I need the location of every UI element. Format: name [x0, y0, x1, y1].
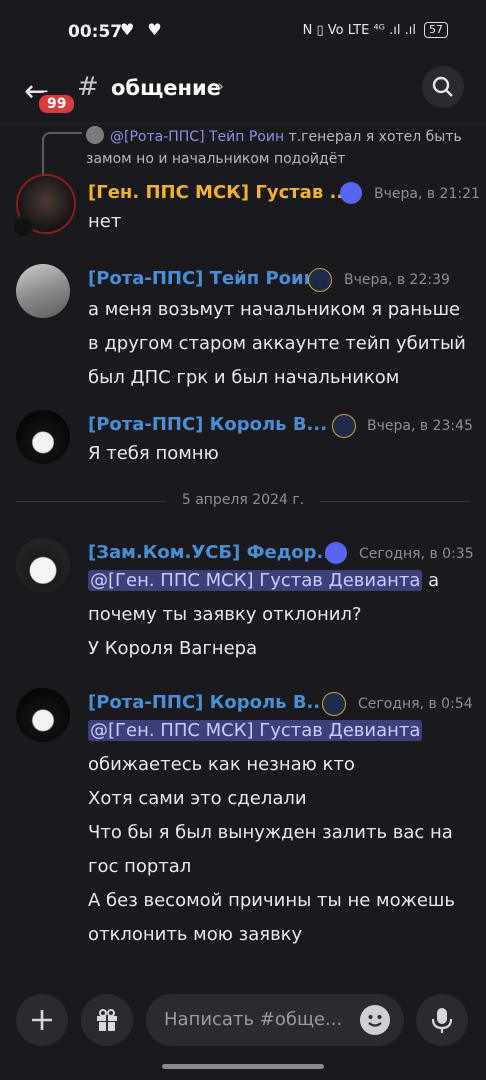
message-line: Хотя сами это сделали [88, 788, 307, 809]
reply-connector [42, 132, 82, 176]
message-text: нет [88, 205, 468, 239]
message-line: @[Ген. ППС МСК] Густав Девианта [88, 714, 468, 748]
header-divider [0, 123, 486, 124]
chevron-right-icon[interactable]: › [217, 76, 224, 97]
message-line: в другом старом аккаунте тейп убитый [88, 333, 466, 354]
message-input-placeholder: Написать #обще... [164, 1009, 343, 1030]
police-emblem-icon [332, 414, 356, 438]
police-emblem-icon [308, 268, 332, 292]
battery-icon: 57 [424, 22, 448, 38]
message-timestamp: Вчера, в 23:45 [367, 418, 473, 434]
message-author[interactable]: [Рота-ППС] Король В... [88, 692, 327, 713]
separator-line [320, 501, 470, 502]
user-mention[interactable]: @[Ген. ППС МСК] Густав Девианта [88, 570, 423, 591]
hash-icon: # [77, 72, 99, 102]
police-emblem-icon [322, 692, 346, 716]
message-author[interactable]: [Рота-ППС] Король В... [88, 414, 327, 435]
status-indicators: N ▯ Vo LTE ⁴ᴳ .ıl .ıl 57 [303, 22, 448, 38]
mic-icon [431, 1008, 453, 1033]
message-line: гос портал [88, 856, 192, 877]
message-text: а меня возьмут начальником я раньше в др… [88, 293, 468, 395]
message-line: а меня возьмут начальником я раньше [88, 299, 461, 320]
message-line: Я тебя помню [88, 443, 219, 464]
gift-button[interactable] [81, 994, 133, 1046]
avatar[interactable] [16, 538, 70, 592]
message-timestamp: Вчера, в 21:21 [374, 186, 480, 202]
message-line: отклонить мою заявку [88, 924, 303, 945]
message-text: @[Ген. ППС МСК] Густав Девианта обижаете… [88, 714, 468, 952]
message-line: @[Ген. ППС МСК] Густав Девианта а [88, 564, 468, 598]
role-shield-icon [340, 182, 362, 204]
plus-icon [32, 1010, 52, 1030]
message-text: Я тебя помню [88, 437, 468, 471]
reply-author: @[Рота-ППС] Тейп Роин [110, 129, 285, 145]
avatar[interactable] [16, 688, 70, 742]
message-input[interactable]: Написать #обще... [146, 994, 404, 1046]
unread-badge: 99 [36, 92, 78, 116]
message-line: почему ты заявку отклонил? [88, 604, 362, 625]
status-time: 00:57 [68, 22, 123, 42]
date-separator: 5 апреля 2024 г. [16, 490, 470, 514]
user-status-icon [12, 216, 34, 238]
reply-avatar [86, 126, 104, 144]
search-icon [432, 76, 453, 97]
message-line: А без весомой причины ты не можешь [88, 890, 455, 911]
channel-title[interactable]: общение [111, 76, 221, 100]
message-line: У Короля Вагнера [88, 638, 258, 659]
message-composer: Написать #обще... [0, 994, 486, 1046]
message-author[interactable]: [Рота-ППС] Тейп Роин [88, 268, 316, 289]
status-bar: 00:57 ♥ ♥ N ▯ Vo LTE ⁴ᴳ .ıl .ıl 57 [0, 0, 486, 64]
avatar[interactable] [16, 410, 70, 464]
reply-preview[interactable]: @[Рота-ППС] Тейп Роин т.генерал я хотел … [86, 126, 476, 170]
message-timestamp: Вчера, в 22:39 [344, 272, 450, 288]
message-timestamp: Сегодня, в 0:54 [358, 696, 473, 712]
signal-icons: N ▯ Vo LTE ⁴ᴳ .ıl .ıl [302, 22, 416, 38]
message-author[interactable]: [Зам.Ком.УСБ] Федор... [88, 542, 337, 563]
message-timestamp: Сегодня, в 0:35 [359, 546, 474, 562]
message-line: был ДПС грк и был начальником [88, 367, 400, 388]
user-mention[interactable]: @[Ген. ППС МСК] Густав Девианта [88, 720, 423, 741]
date-separator-label: 5 апреля 2024 г. [181, 492, 305, 508]
role-shield-icon [325, 542, 347, 564]
message-text: @[Ген. ППС МСК] Густав Девианта а почему… [88, 564, 468, 666]
message-author[interactable]: [Ген. ППС МСК] Густав ... [88, 182, 350, 203]
channel-header: ← 99 # общение › [0, 64, 486, 120]
message-line: обижаетесь как незнаю кто [88, 754, 355, 775]
message-line: нет [88, 211, 122, 232]
message-line: Что бы я был вынужден залить вас на [88, 822, 453, 843]
search-button[interactable] [422, 66, 464, 108]
mention-tail: а [422, 570, 440, 591]
voice-message-button[interactable] [416, 994, 468, 1046]
avatar[interactable] [16, 264, 70, 318]
gesture-nav-bar [162, 1064, 324, 1069]
gift-icon [97, 1009, 117, 1031]
heart-icons: ♥ ♥ [120, 20, 166, 39]
add-attachment-button[interactable] [16, 994, 68, 1046]
emoji-icon[interactable] [360, 1005, 390, 1035]
